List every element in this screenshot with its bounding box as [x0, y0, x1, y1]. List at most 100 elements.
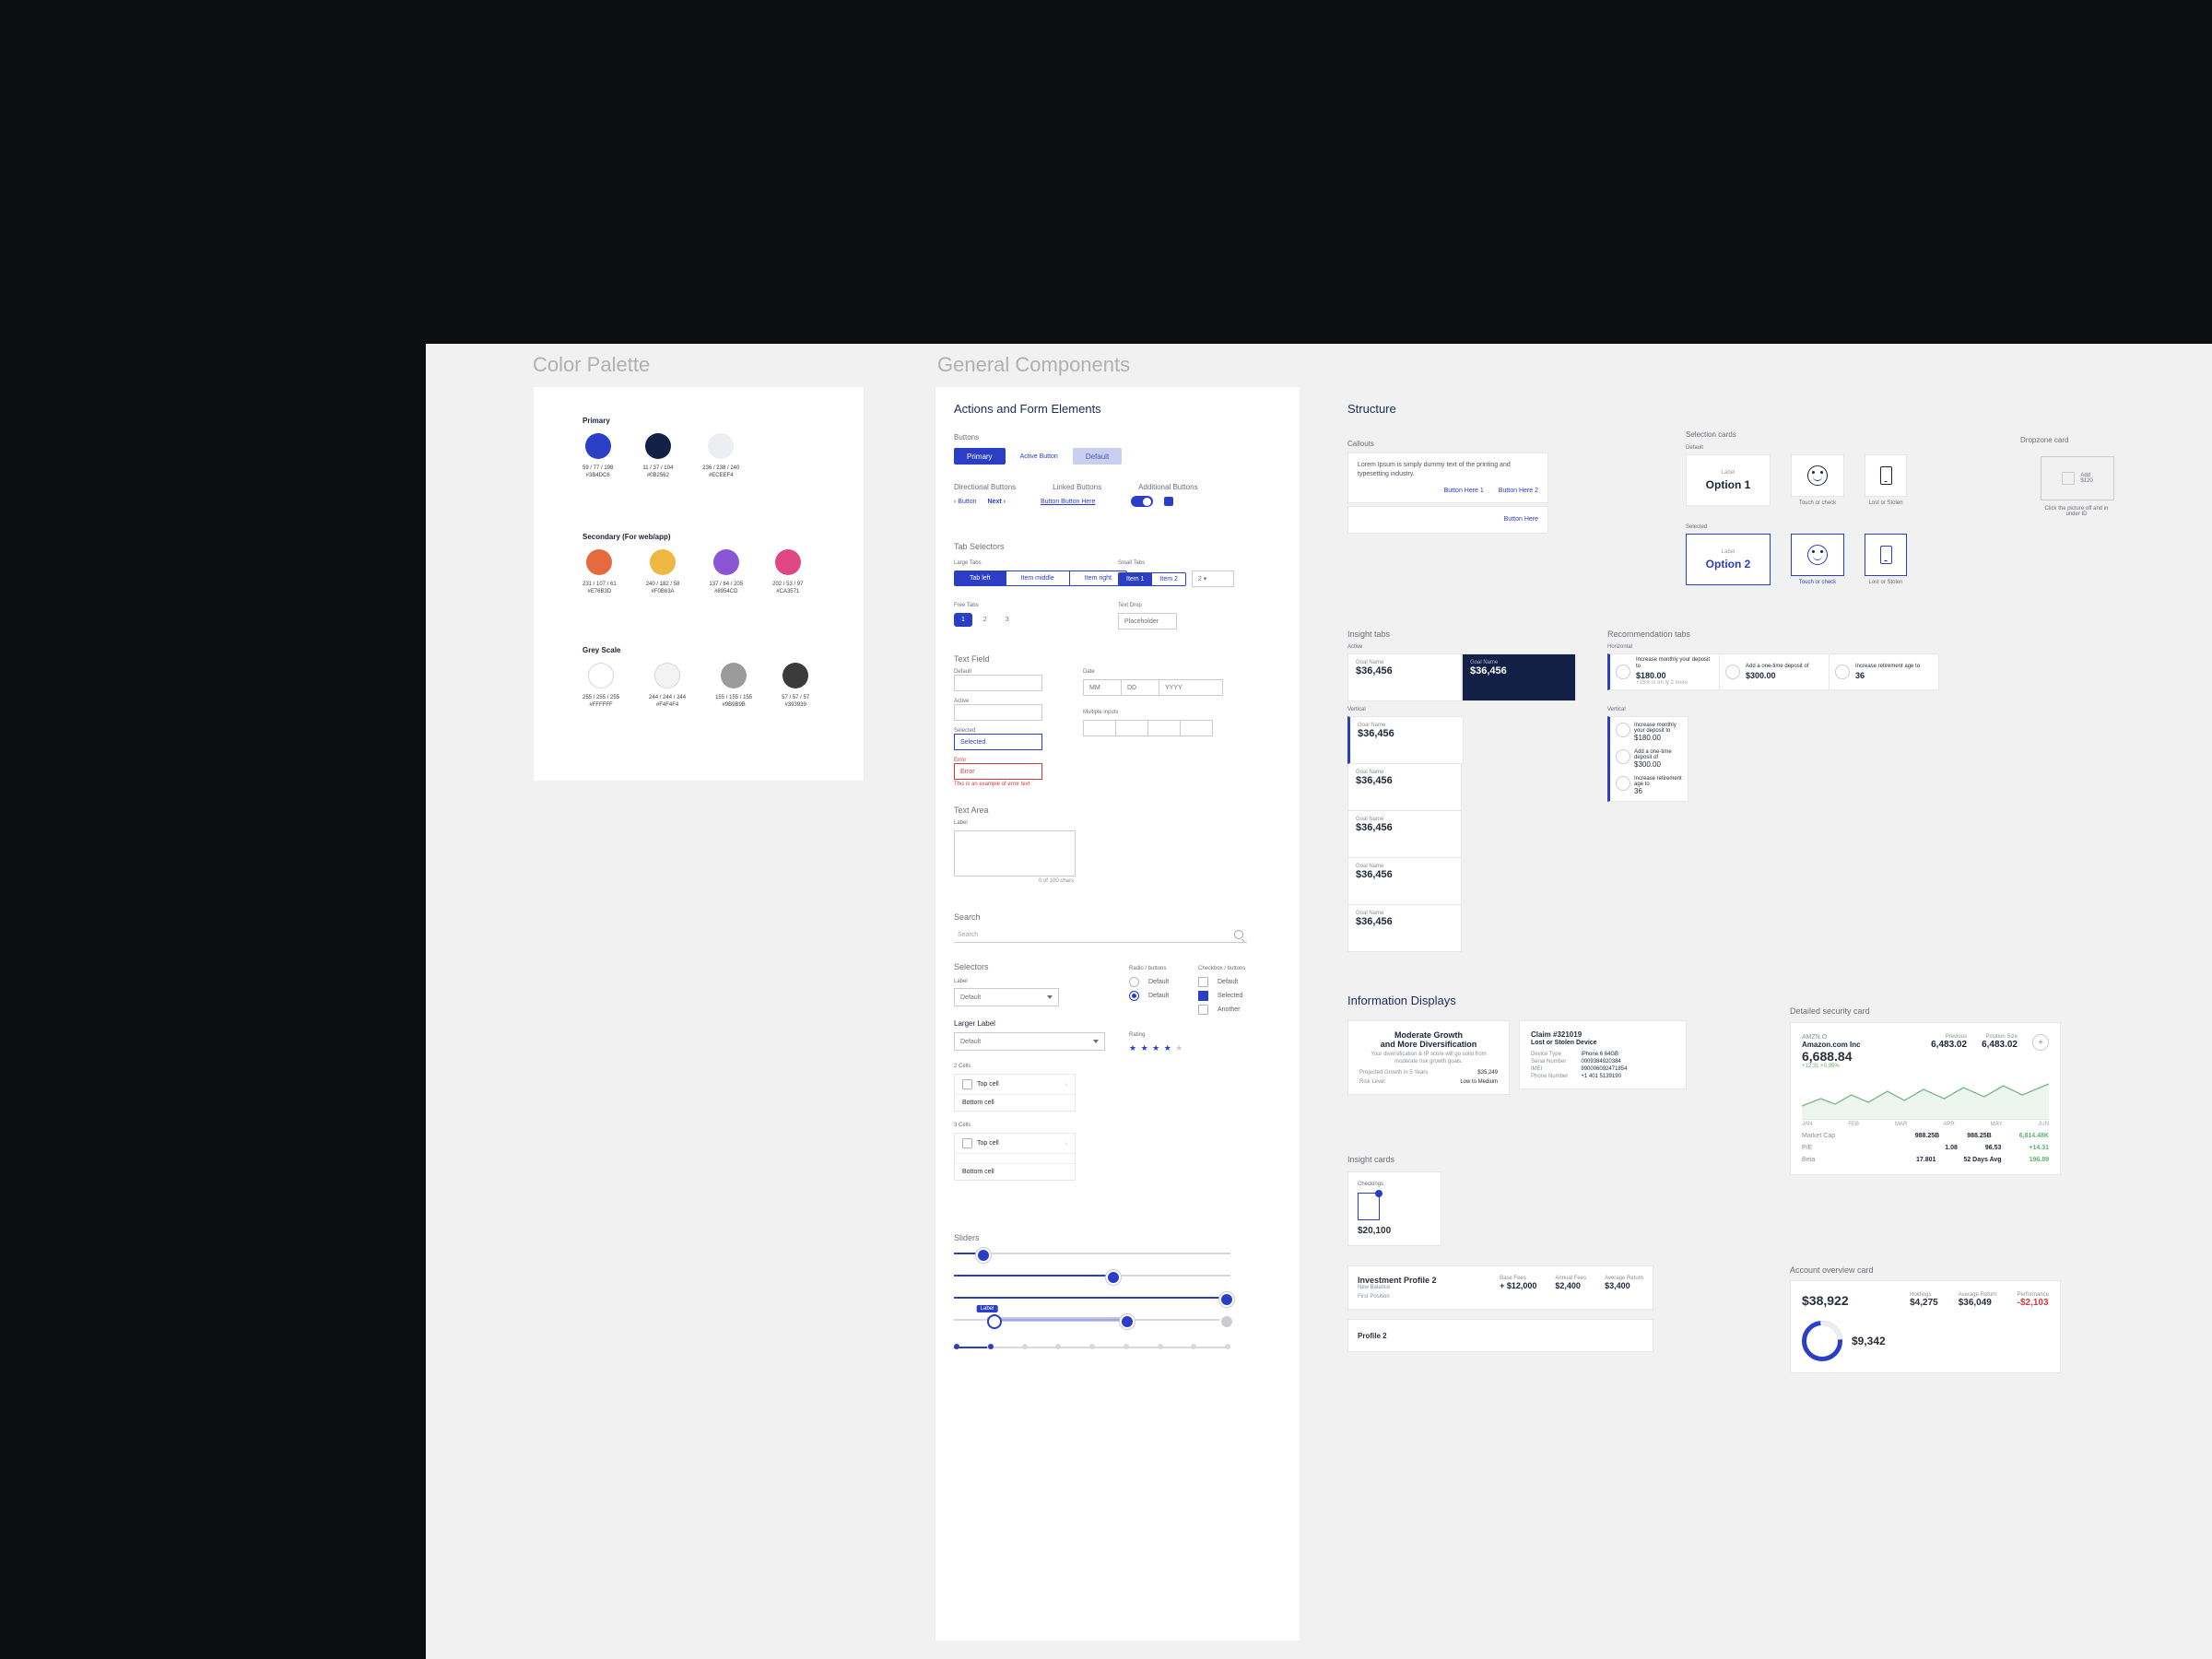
additional-label: Additional Buttons	[1138, 483, 1198, 491]
slider-stepped[interactable]	[954, 1344, 1230, 1351]
checkbox-item[interactable]	[1198, 977, 1208, 987]
selection-card-selected[interactable]: LabelOption 2	[1686, 534, 1771, 585]
slider[interactable]	[954, 1294, 1230, 1301]
radio-option[interactable]	[1129, 977, 1139, 987]
tab-item[interactable]: Item 2	[1152, 573, 1184, 585]
swatch-color	[585, 433, 611, 459]
callout-action[interactable]: Button Here	[1504, 515, 1538, 524]
linked-button[interactable]: Button Button Here	[1041, 499, 1096, 505]
checkbox-item[interactable]	[1198, 1005, 1208, 1015]
checkbox-item[interactable]	[1198, 991, 1208, 1001]
directional-label: Directional Buttons	[954, 483, 1016, 491]
palette-group-primary: Primary	[582, 417, 610, 425]
cells-3-label: 3 Cells	[954, 1123, 971, 1128]
callout-action[interactable]: Button Here 2	[1499, 487, 1538, 496]
rec-tab[interactable]: Add a one-time deposit of$300.00	[1720, 653, 1830, 690]
selection-cards-label: Selection cards	[1686, 430, 1736, 439]
rating-stars[interactable]: ★ ★ ★ ★ ★	[1129, 1043, 1183, 1053]
free-tab[interactable]: 2	[976, 613, 994, 627]
add-button[interactable]: +	[2032, 1034, 2049, 1051]
chevron-down-icon	[1093, 1040, 1099, 1043]
selection-card[interactable]: LabelOption 1	[1686, 454, 1771, 506]
date-input[interactable]: MM DD YYYY	[1083, 679, 1223, 696]
chevron-right-icon: ›	[1065, 1080, 1067, 1088]
cell-card-3: Top cell› Bottom cell	[954, 1133, 1076, 1181]
asset-card[interactable]: Checkings $20,100	[1347, 1171, 1441, 1246]
slider[interactable]	[954, 1272, 1230, 1279]
cell-row[interactable]: Bottom cell	[955, 1164, 1075, 1180]
select-default[interactable]: Default	[954, 988, 1059, 1006]
cell-row[interactable]: Top cell›	[955, 1134, 1075, 1153]
toggle-on[interactable]	[1131, 496, 1153, 507]
selection-device-card[interactable]	[1865, 454, 1907, 497]
cell-row[interactable]: Bottom cell	[955, 1095, 1075, 1111]
insight-tab-v[interactable]: Goal Name$36,456	[1347, 811, 1462, 858]
cell-card-2: Top cell› Bottom cell	[954, 1074, 1076, 1112]
tab-item[interactable]: Item middle	[1006, 571, 1070, 585]
textfield-label: Text Field	[954, 654, 990, 664]
sparkline-chart	[1802, 1078, 2049, 1120]
swatch: 57 / 57 / 57#393939	[782, 663, 809, 709]
insight-tab-active[interactable]: Goal Name$36,456	[1462, 653, 1576, 701]
search-input[interactable]: Search	[954, 927, 1247, 943]
selection-icon-card-selected[interactable]	[1791, 534, 1844, 576]
cell-row[interactable]	[955, 1154, 1075, 1163]
callout-card: Lorem Ipsum is simply dummy text of the …	[1347, 453, 1548, 503]
multi-input-seg[interactable]	[1116, 720, 1148, 736]
app-stage: Color Palette General Components Primary…	[0, 0, 2212, 1659]
textfield-error[interactable]: Error	[954, 763, 1042, 780]
textfield-selected[interactable]: Selected	[954, 734, 1042, 750]
donut-icon	[1802, 1321, 1842, 1361]
tab-item[interactable]: Item 1	[1119, 573, 1152, 585]
multi-input-seg[interactable]	[1181, 720, 1213, 736]
smile-icon	[1807, 545, 1828, 565]
tab-item[interactable]: Tab left	[955, 571, 1006, 585]
primary-button[interactable]: Primary	[954, 448, 1006, 465]
selection-device-card-selected[interactable]	[1865, 534, 1907, 576]
textarea-input[interactable]	[954, 830, 1076, 877]
swatch: 155 / 155 / 155#9B9B9B	[715, 663, 752, 709]
rating-label: Rating	[1129, 1032, 1145, 1038]
select-larger[interactable]: Default	[954, 1032, 1105, 1051]
slider-with-tooltip[interactable]: Label	[954, 1316, 1230, 1324]
swatch: 231 / 107 / 61#E76B3D	[582, 549, 617, 595]
free-tab[interactable]: 3	[998, 613, 1017, 627]
active-button-link[interactable]: Active Button	[1020, 453, 1058, 460]
textfield-active[interactable]	[954, 704, 1042, 721]
insight-tab[interactable]: Goal Name$36,456	[1347, 653, 1462, 701]
rec-vertical: Increase monthly your deposit to$180.00 …	[1607, 716, 1688, 802]
insight-tab-v[interactable]: Goal Name$36,456	[1347, 858, 1462, 905]
textfield-error-msg: This is an example of error text	[954, 782, 1042, 787]
toggle-square[interactable]	[1164, 497, 1173, 506]
palette-card: Primary 59 / 77 / 198#3B4DC6 11 / 37 / 1…	[534, 387, 864, 781]
swatch-color	[708, 433, 734, 459]
swatch: 59 / 77 / 198#3B4DC6	[582, 433, 613, 479]
default-button[interactable]: Default	[1073, 448, 1122, 465]
insight-tab-v[interactable]: Goal Name$36,456	[1347, 905, 1462, 952]
account-card: $38,922 Holdings$4,275 Average Return$36…	[1790, 1280, 2061, 1373]
dropzone[interactable]: Add$120	[2041, 456, 2114, 500]
slider[interactable]	[954, 1250, 1230, 1257]
back-button[interactable]: ‹ Button	[954, 499, 977, 505]
insight-tab-v[interactable]: Goal Name$36,456	[1347, 764, 1462, 811]
rec-tab[interactable]: Increase retirement age to36	[1830, 653, 1939, 690]
selectors-larger: Larger Label	[954, 1019, 995, 1028]
multi-input-seg[interactable]	[1083, 720, 1116, 736]
next-button[interactable]: Next ›	[988, 499, 1006, 505]
swatch: 255 / 255 / 255#FFFFFF	[582, 663, 619, 709]
palette-row-grey: 255 / 255 / 255#FFFFFF 244 / 244 / 244#F…	[582, 663, 809, 709]
rec-tab[interactable]: Increase monthly your deposit to$180.00+…	[1607, 653, 1720, 690]
radio-option[interactable]	[1129, 991, 1139, 1001]
swatch: 240 / 182 / 58#F0B63A	[646, 549, 680, 595]
textfield-default[interactable]	[954, 675, 1042, 691]
small-tab-drop[interactable]: 2 ▾	[1192, 571, 1234, 587]
callout-action[interactable]: Button Here 1	[1444, 487, 1484, 496]
insight-tab-v[interactable]: Goal Name$36,456	[1347, 716, 1464, 764]
selection-icon-card[interactable]	[1791, 454, 1844, 497]
structure-title: Structure	[1347, 402, 1396, 416]
free-tab[interactable]: 1	[954, 613, 972, 627]
cell-row[interactable]: Top cell›	[955, 1075, 1075, 1094]
text-drop-input[interactable]: Placeholder	[1118, 613, 1177, 629]
multi-input-seg[interactable]	[1148, 720, 1181, 736]
palette-group-grey: Grey Scale	[582, 646, 620, 654]
